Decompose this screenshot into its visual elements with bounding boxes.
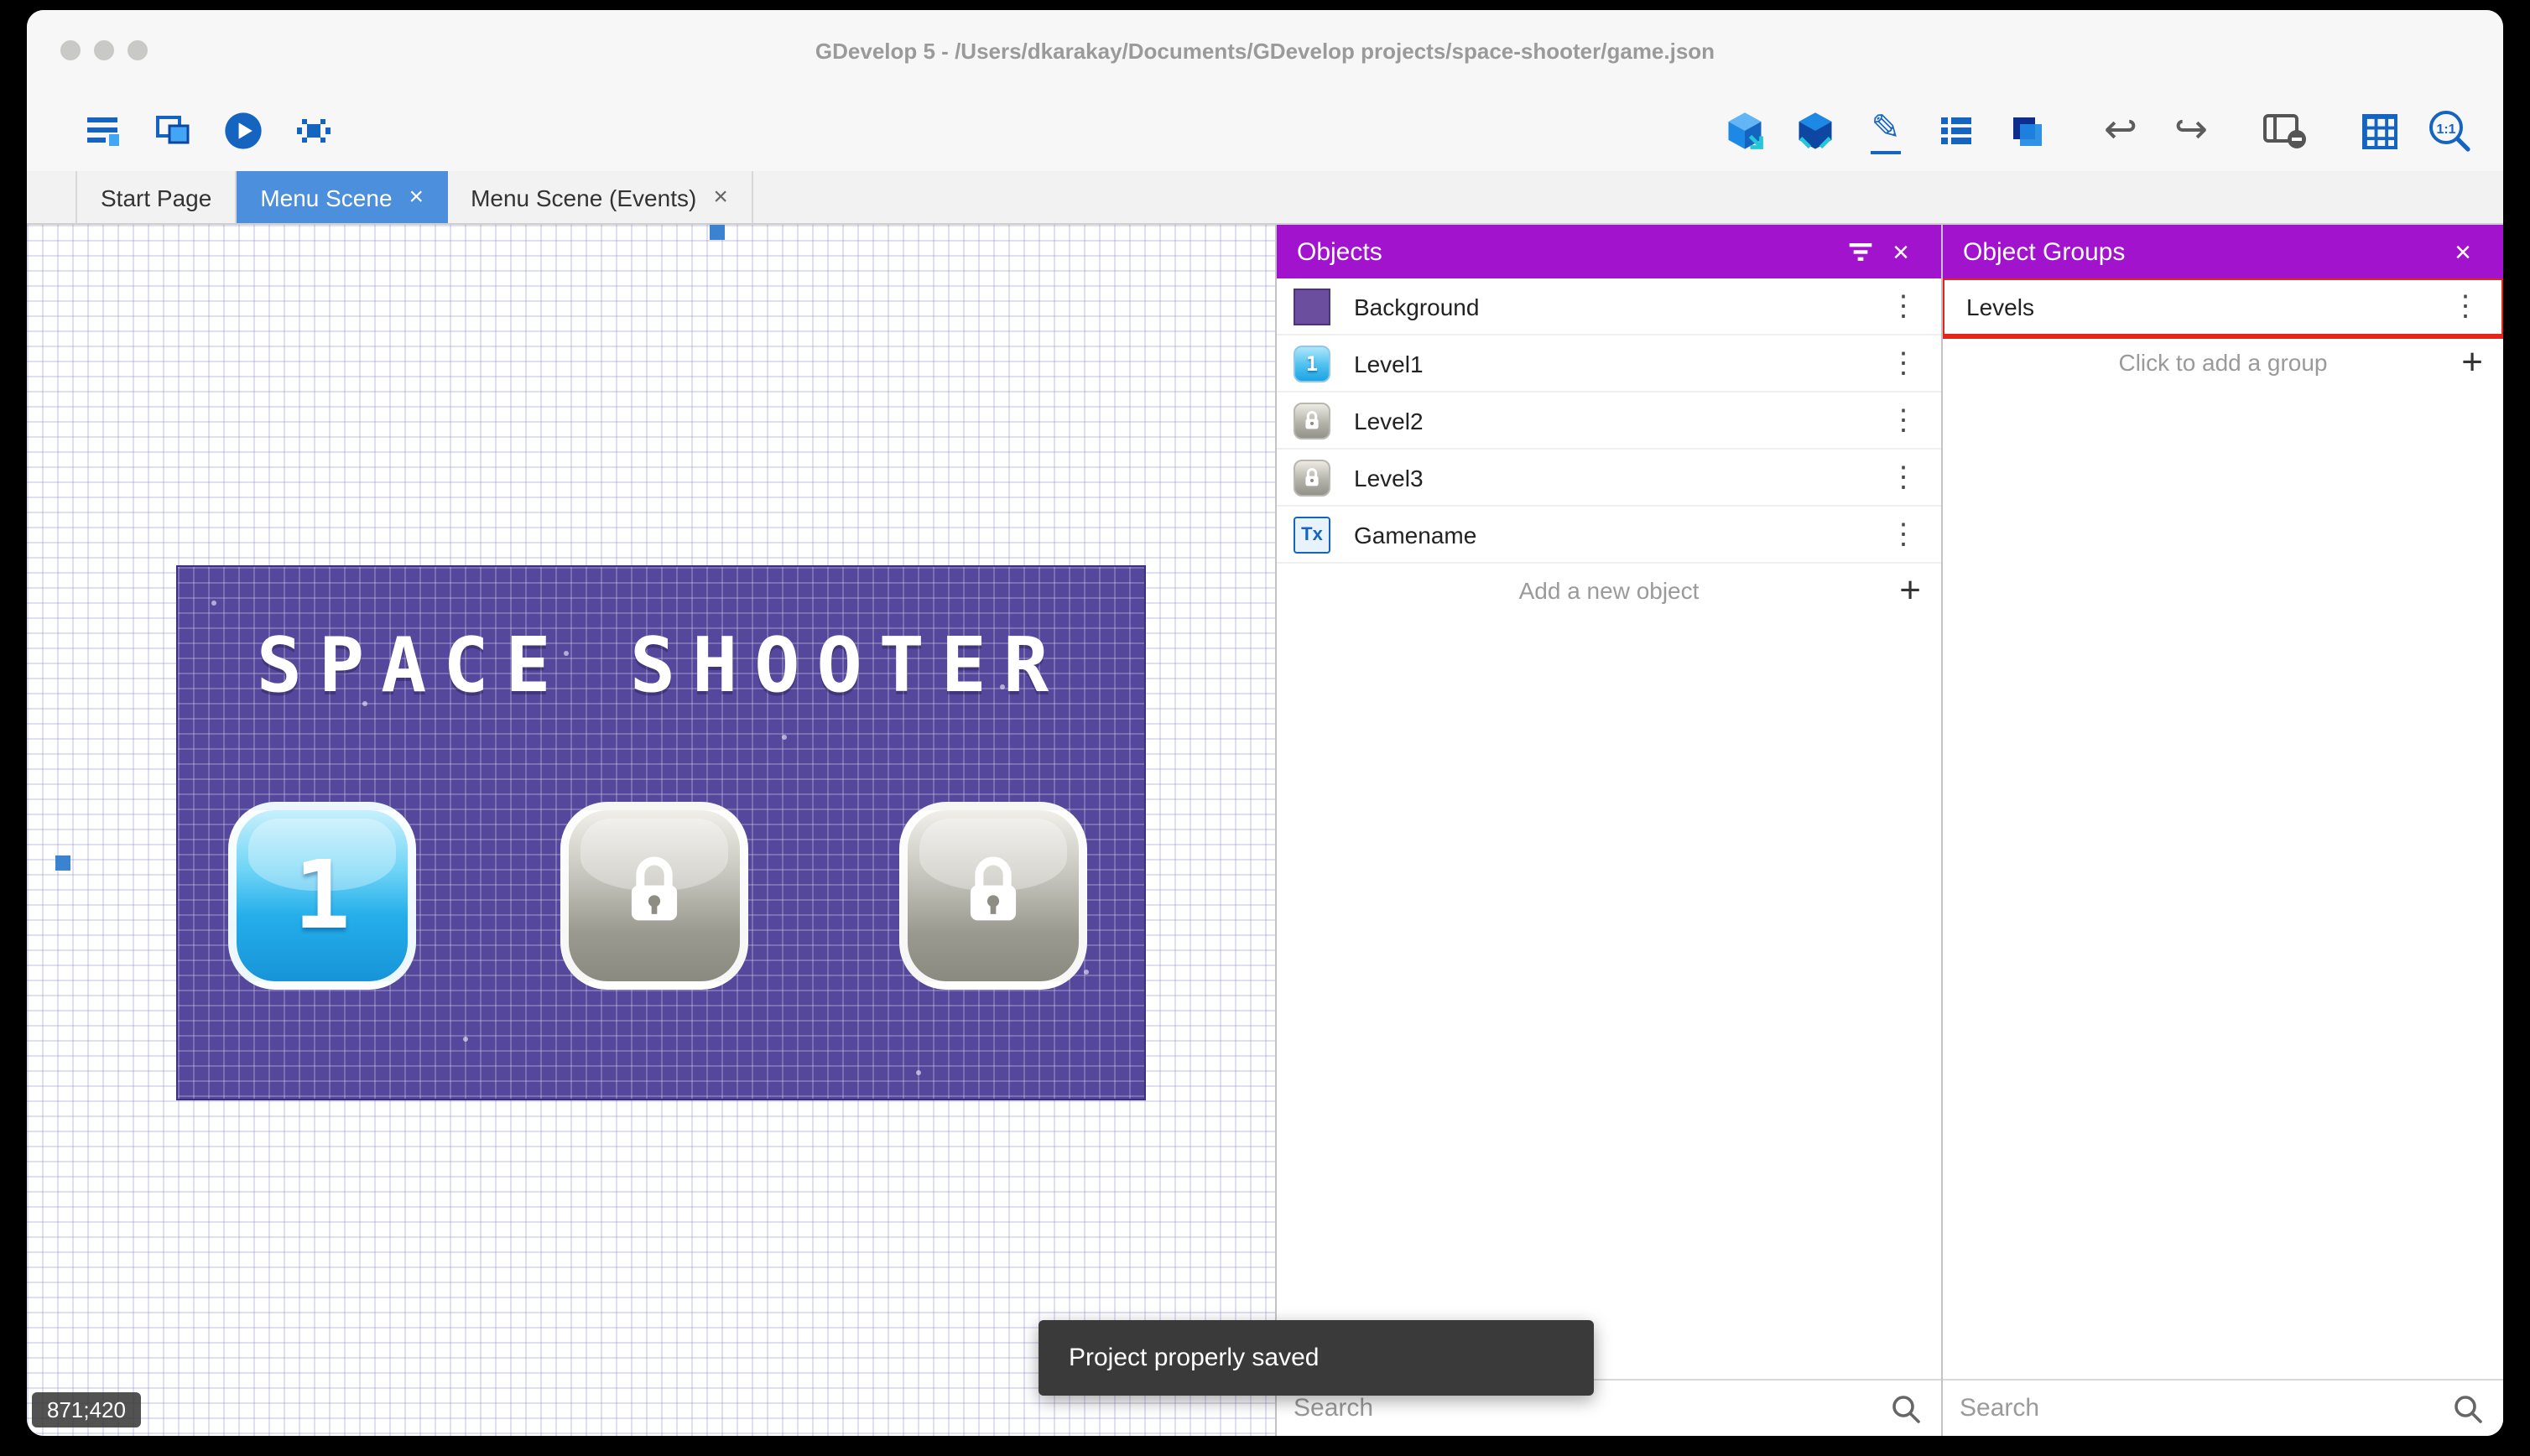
layers-icon[interactable] xyxy=(2000,104,2054,158)
close-tab-icon[interactable]: × xyxy=(713,185,728,210)
debug-icon[interactable] xyxy=(287,104,341,158)
object-row-background[interactable]: Background ⋮ xyxy=(1277,278,1941,335)
objects-search-input[interactable] xyxy=(1294,1394,1887,1422)
level2-button-sprite[interactable] xyxy=(560,802,748,990)
object-menu-icon[interactable]: ⋮ xyxy=(1882,289,1924,323)
scene-preview[interactable]: SPACE SHOOTER 1 xyxy=(176,565,1146,1100)
editor-content: SPACE SHOOTER 1 871;420 Objects × Backgr… xyxy=(27,225,2503,1436)
add-new-object-row[interactable]: Add a new object + xyxy=(1277,564,1941,617)
selection-handle[interactable] xyxy=(55,855,70,871)
lock-icon xyxy=(612,850,696,942)
close-window-button[interactable] xyxy=(60,40,81,60)
level1-button-sprite[interactable]: 1 xyxy=(228,802,416,990)
object-row-level2[interactable]: Level2 ⋮ xyxy=(1277,393,1941,450)
level1-sprite-icon: 1 xyxy=(1294,345,1330,382)
object-menu-icon[interactable]: ⋮ xyxy=(1882,460,1924,494)
object-menu-icon[interactable]: ⋮ xyxy=(1882,517,1924,551)
add-object-plus-icon[interactable]: + xyxy=(1899,571,1921,609)
game-title-text[interactable]: SPACE SHOOTER xyxy=(178,621,1144,710)
grid-icon[interactable] xyxy=(2352,104,2406,158)
toast-notification: Project properly saved xyxy=(1039,1320,1594,1396)
scene-canvas[interactable]: SPACE SHOOTER 1 871;420 xyxy=(27,225,1275,1436)
close-panel-icon[interactable]: × xyxy=(1881,231,1921,272)
object-row-level3[interactable]: Level3 ⋮ xyxy=(1277,450,1941,507)
lock-sprite-icon xyxy=(1294,459,1330,496)
play-icon[interactable] xyxy=(216,104,270,158)
traffic-lights xyxy=(60,40,148,60)
objects-panel: Objects × Background ⋮ 1 Level1 ⋮ Level2… xyxy=(1275,225,1941,1436)
project-manager-icon[interactable] xyxy=(75,104,129,158)
tab-menu-scene-events[interactable]: Menu Scene (Events) × xyxy=(447,171,753,223)
level3-button-sprite[interactable] xyxy=(899,802,1087,990)
group-row-levels[interactable]: Levels ⋮ xyxy=(1943,278,2503,339)
groups-search-bar xyxy=(1943,1379,2503,1436)
search-icon[interactable] xyxy=(1887,1390,1924,1427)
object-groups-panel: Object Groups × Levels ⋮ Click to add a … xyxy=(1941,225,2503,1436)
add-group-plus-icon[interactable]: + xyxy=(2461,343,2483,381)
object-row-gamename[interactable]: Tx Gamename ⋮ xyxy=(1277,507,1941,564)
objects-list: Background ⋮ 1 Level1 ⋮ Level2 ⋮ Level3 … xyxy=(1277,278,1941,1379)
close-tab-icon[interactable]: × xyxy=(409,185,424,210)
close-panel-icon[interactable]: × xyxy=(2443,231,2483,272)
stars-decoration xyxy=(211,601,216,606)
search-icon[interactable] xyxy=(2449,1390,2486,1427)
svg-text:1:1: 1:1 xyxy=(2436,122,2455,137)
group-menu-icon[interactable]: ⋮ xyxy=(2444,289,2486,323)
filter-icon[interactable] xyxy=(1840,231,1881,272)
window-mask-icon[interactable] xyxy=(2258,104,2312,158)
toolbar-right-group: ✎ ↩ ↪ 1:1 xyxy=(1718,104,2476,158)
object-groups-panel-title: Object Groups xyxy=(1963,237,2126,266)
groups-list: Levels ⋮ Click to add a group + xyxy=(1943,278,2503,1379)
gdevelop-window: GDevelop 5 - /Users/dkarakay/Documents/G… xyxy=(27,10,2503,1436)
minimize-window-button[interactable] xyxy=(94,40,114,60)
lock-icon xyxy=(951,850,1035,942)
editor-tabs: Start Page Menu Scene × Menu Scene (Even… xyxy=(27,171,2503,225)
objects-editor-icon[interactable] xyxy=(1718,104,1772,158)
objects-panel-header: Objects × xyxy=(1277,225,1941,278)
events-list-icon[interactable] xyxy=(1929,104,1983,158)
desktop-background: GDevelop 5 - /Users/dkarakay/Documents/G… xyxy=(0,0,2530,1456)
object-menu-icon[interactable]: ⋮ xyxy=(1882,403,1924,437)
object-menu-icon[interactable]: ⋮ xyxy=(1882,346,1924,380)
tab-start-page[interactable]: Start Page xyxy=(75,171,237,223)
main-toolbar: ✎ ↩ ↪ 1:1 xyxy=(27,91,2503,171)
instances-editor-icon[interactable] xyxy=(1788,104,1842,158)
text-object-icon: Tx xyxy=(1294,516,1330,553)
edit-pencil-icon[interactable]: ✎ xyxy=(1859,104,1913,158)
lock-sprite-icon xyxy=(1294,402,1330,439)
cursor-coordinates: 871;420 xyxy=(32,1392,141,1427)
title-bar[interactable]: GDevelop 5 - /Users/dkarakay/Documents/G… xyxy=(27,10,2503,91)
scene-window-icon[interactable] xyxy=(146,104,200,158)
selection-handle[interactable] xyxy=(710,225,725,240)
object-row-level1[interactable]: 1 Level1 ⋮ xyxy=(1277,335,1941,393)
objects-panel-title: Objects xyxy=(1297,237,1382,266)
add-group-row[interactable]: Click to add a group + xyxy=(1943,335,2503,389)
tab-label: Menu Scene xyxy=(260,184,393,211)
object-groups-panel-header: Object Groups × xyxy=(1943,225,2503,278)
redo-icon[interactable]: ↪ xyxy=(2164,104,2218,158)
zoom-window-button[interactable] xyxy=(128,40,148,60)
toolbar-left-group xyxy=(75,104,341,158)
tab-label: Menu Scene (Events) xyxy=(471,184,697,211)
zoom-1-1-icon[interactable]: 1:1 xyxy=(2423,104,2476,158)
undo-icon[interactable]: ↩ xyxy=(2094,104,2147,158)
background-sprite-icon xyxy=(1294,288,1330,325)
tab-label: Start Page xyxy=(101,184,212,211)
tab-menu-scene[interactable]: Menu Scene × xyxy=(237,171,448,223)
window-title: GDevelop 5 - /Users/dkarakay/Documents/G… xyxy=(815,38,1715,63)
groups-search-input[interactable] xyxy=(1960,1394,2449,1422)
